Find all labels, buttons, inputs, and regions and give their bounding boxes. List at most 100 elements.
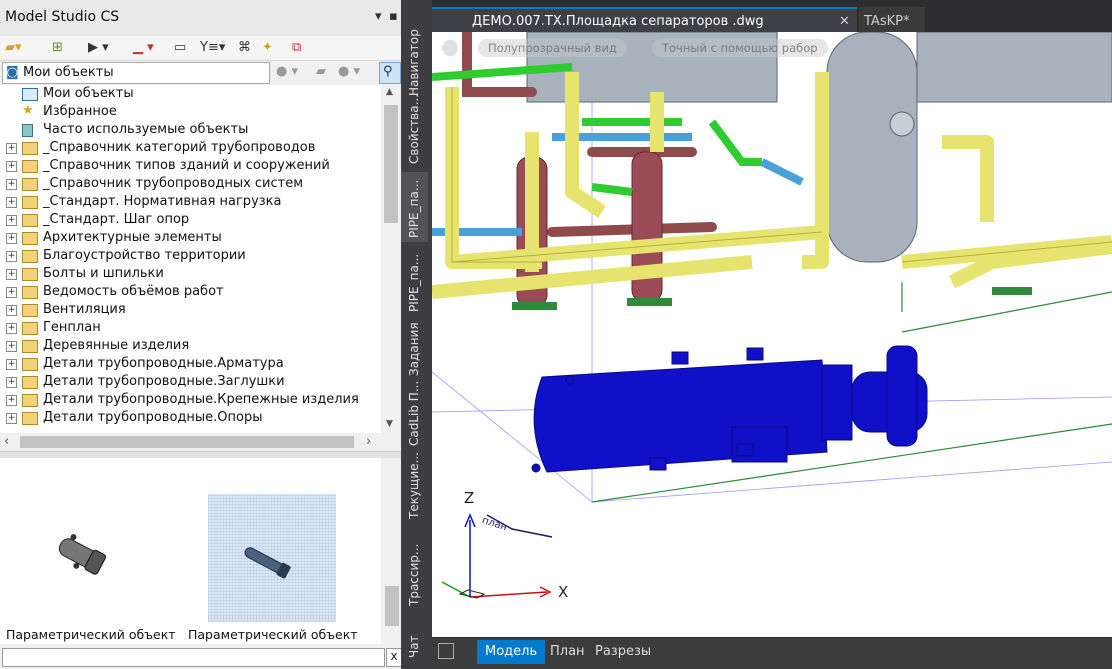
- run-icon[interactable]: ▶ ▾: [88, 39, 109, 57]
- tree-item[interactable]: + Болты и шпильки: [0, 265, 381, 283]
- model-studio-panel: Model Studio CS ▪ ▾ ▰▾ ⊞ ▶ ▾ ▁ ▾ ▭ Y≡▾ ⌘…: [0, 0, 402, 669]
- expand-icon[interactable]: +: [6, 413, 17, 424]
- tree-vertical-scrollbar[interactable]: ▲ ▼: [382, 85, 400, 433]
- doc-tab-active[interactable]: ДЕМО.007.ТХ.Площадка сепараторов .dwg ✕: [432, 7, 857, 34]
- search-tool-button[interactable]: ⚲: [379, 62, 401, 84]
- side-tab[interactable]: Текущие...: [401, 452, 428, 523]
- hscroll-thumb[interactable]: [20, 436, 354, 448]
- settings-icon[interactable]: ● ▾: [338, 64, 360, 79]
- tree-item[interactable]: + Благоустройство территории: [0, 247, 381, 265]
- tree-item[interactable]: + _Справочник трубопроводных систем: [0, 175, 381, 193]
- side-tab[interactable]: PIPE_па...: [401, 246, 428, 316]
- side-tab-label: Задания: [407, 322, 421, 376]
- grid-icon[interactable]: ▭: [174, 39, 186, 57]
- open-folder-icon[interactable]: ▰▾: [5, 39, 22, 57]
- search-clear-button[interactable]: x: [386, 648, 402, 667]
- side-tab[interactable]: Свойства...: [401, 94, 428, 168]
- axis-x-label: X: [558, 583, 569, 601]
- record-icon[interactable]: ● ▾: [276, 64, 298, 79]
- side-tab[interactable]: Задания: [401, 320, 428, 380]
- side-tab[interactable]: Навигатор: [401, 29, 428, 100]
- object-tree: Мои объекты ★ Избранное Часто используемые …: [0, 85, 381, 433]
- doc-tab-2[interactable]: TAsKP*: [859, 7, 925, 34]
- tree-item-label: Деревянные изделия: [43, 338, 190, 353]
- tree-horizontal-scrollbar[interactable]: ‹ ›: [0, 433, 381, 451]
- expand-icon[interactable]: +: [6, 143, 17, 154]
- tree-item[interactable]: + Архитектурные элементы: [0, 229, 381, 247]
- tree-item[interactable]: Мои объекты: [0, 85, 381, 103]
- filter-params-icon[interactable]: ▁ ▾: [133, 39, 154, 57]
- tree-item-label: Ведомость объёмов работ: [43, 284, 224, 299]
- expand-icon[interactable]: +: [6, 215, 17, 226]
- copy-icon[interactable]: ⧉: [292, 39, 301, 57]
- expand-icon[interactable]: +: [6, 269, 17, 280]
- expand-icon[interactable]: +: [6, 377, 17, 388]
- tab-sections[interactable]: Разрезы: [587, 640, 659, 664]
- dropdown-icon[interactable]: ▾: [375, 9, 382, 24]
- tree-item-label: _Справочник типов зданий и сооружений: [43, 158, 330, 173]
- close-tab-icon[interactable]: ✕: [839, 9, 850, 34]
- selection-mode-chip[interactable]: Точный с помощью рабор: [652, 39, 828, 57]
- expand-icon[interactable]: +: [6, 359, 17, 370]
- add-view-icon[interactable]: [442, 40, 458, 56]
- pin-icon[interactable]: ▪: [389, 9, 398, 24]
- tree-item[interactable]: + Детали трубопроводные.Арматура: [0, 355, 381, 373]
- light-icon[interactable]: ✦: [262, 39, 273, 57]
- side-tab-label: Свойства...: [407, 93, 421, 164]
- expand-icon[interactable]: +: [6, 395, 17, 406]
- library-combo[interactable]: ◙ Мои объекты: [2, 62, 270, 84]
- tree-item[interactable]: + _Стандарт. Нормативная нагрузка: [0, 193, 381, 211]
- folder-up-icon[interactable]: ▰: [316, 64, 326, 79]
- tree-item[interactable]: + Детали трубопроводные.Опоры: [0, 409, 381, 427]
- tree-item[interactable]: + Детали трубопроводные.Заглушки: [0, 373, 381, 391]
- tree-item[interactable]: ★ Избранное: [0, 103, 381, 121]
- scroll-thumb[interactable]: [384, 105, 398, 223]
- expand-icon[interactable]: +: [6, 251, 17, 262]
- preview-item-2[interactable]: [208, 494, 336, 622]
- preview-scroll-thumb[interactable]: [385, 586, 399, 626]
- preview-scrollbar[interactable]: [383, 458, 401, 644]
- tree-item[interactable]: + Ведомость объёмов работ: [0, 283, 381, 301]
- tree-item[interactable]: + _Стандарт. Шаг опор: [0, 211, 381, 229]
- expand-icon[interactable]: +: [6, 179, 17, 190]
- expand-icon[interactable]: +: [6, 323, 17, 334]
- tab-model[interactable]: Модель: [477, 640, 546, 664]
- tree-item[interactable]: + Вентиляция: [0, 301, 381, 319]
- tree-item[interactable]: + Деревянные изделия: [0, 337, 381, 355]
- scroll-left-icon[interactable]: ‹: [4, 434, 9, 449]
- tree-item[interactable]: Часто используемые объекты: [0, 121, 381, 139]
- panel-title-bar[interactable]: Model Studio CS ▪ ▾: [0, 0, 401, 37]
- scroll-up-icon[interactable]: ▲: [386, 87, 393, 97]
- expand-icon[interactable]: +: [6, 197, 17, 208]
- heat-exchanger-thumbnail-2: [244, 547, 291, 579]
- tab-plan[interactable]: План: [542, 640, 593, 664]
- preview-item-1[interactable]: Параметрический объект: [3, 464, 183, 642]
- tree-item[interactable]: + _Справочник категорий трубопроводов: [0, 139, 381, 157]
- side-tab[interactable]: Чат: [401, 612, 428, 662]
- heat-exchanger-thumbnail-1: [58, 534, 106, 575]
- expand-icon[interactable]: +: [6, 341, 17, 352]
- tree-item[interactable]: + Детали трубопроводные.Крепежные изделия: [0, 391, 381, 409]
- side-tab-label: Чат: [407, 635, 421, 658]
- scroll-right-icon[interactable]: ›: [366, 434, 371, 449]
- side-tab[interactable]: Трассир...: [401, 526, 428, 610]
- model-viewport[interactable]: Полупрозрачный вид Точный с помощью рабо…: [432, 32, 1112, 637]
- plant-3d-model: [432, 32, 1112, 599]
- view-mode-chip[interactable]: Полупрозрачный вид: [478, 39, 627, 57]
- tree-item[interactable]: + _Справочник типов зданий и сооружений: [0, 157, 381, 175]
- binoculars-icon[interactable]: ⌘: [238, 39, 251, 57]
- add-object-icon[interactable]: ⊞: [52, 39, 63, 57]
- expand-icon[interactable]: +: [6, 287, 17, 298]
- side-tab[interactable]: CadLib П...: [401, 381, 428, 450]
- expand-icon[interactable]: +: [6, 161, 17, 172]
- expand-icon[interactable]: +: [6, 305, 17, 316]
- folder-icon: [22, 214, 38, 227]
- filter-icon[interactable]: Y≡▾: [200, 39, 225, 57]
- layout-menu-icon[interactable]: [438, 643, 454, 659]
- expand-icon[interactable]: +: [6, 233, 17, 244]
- tree-item[interactable]: + Генплан: [0, 319, 381, 337]
- scroll-down-icon[interactable]: ▼: [386, 419, 393, 429]
- side-tab[interactable]: PIPE_па...: [401, 172, 428, 242]
- search-field[interactable]: [2, 648, 385, 667]
- folder-icon: [22, 160, 38, 173]
